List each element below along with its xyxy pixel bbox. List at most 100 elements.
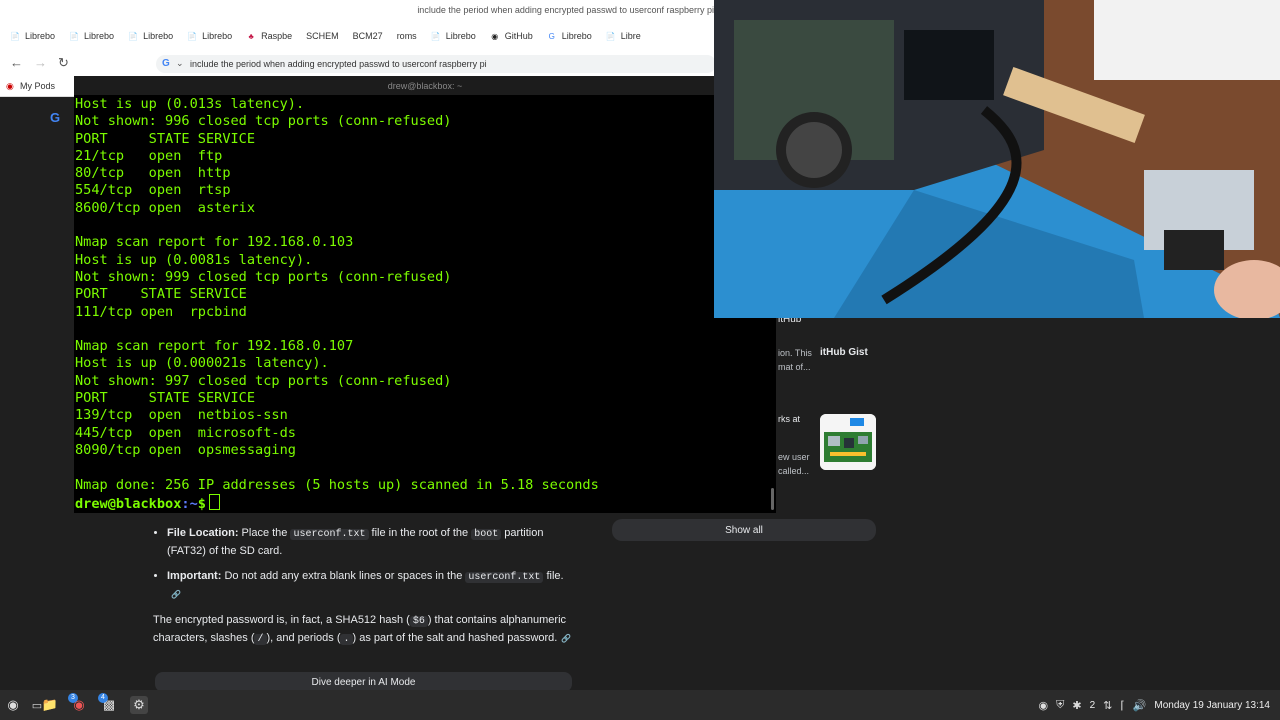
code-snippet: userconf.txt (290, 529, 369, 540)
terminal-line: Not shown: 997 closed tcp ports (conn-re… (75, 372, 452, 389)
ai-overview: File Location: Place the userconf.txt fi… (153, 525, 573, 648)
system-tray: ◉ ⛨ ✱ 2 ⇅ ⌈ 🔊 Monday 19 January 13:14 (1039, 690, 1271, 720)
para-text: ) as part of the salt and hashed passwor… (352, 632, 558, 644)
terminal-line: 554/tcp open rtsp (75, 182, 231, 199)
folder-icon[interactable]: 📁 (41, 696, 59, 714)
terminal-line: 445/tcp open microsoft-ds (75, 424, 296, 441)
terminal-line: 8600/tcp open asterix (75, 199, 256, 216)
bullet-text: file. (543, 570, 564, 582)
bullet-label: Important: (167, 570, 222, 582)
terminal-line: Not shown: 999 closed tcp ports (conn-re… (75, 268, 452, 285)
source-gist-label[interactable]: itHub Gist (820, 347, 868, 358)
clock[interactable]: Monday 19 January 13:14 (1154, 700, 1270, 711)
forward-button[interactable]: → (34, 56, 47, 70)
tab-label: roms (396, 31, 417, 41)
browser-tab[interactable]: SCHEM (300, 25, 345, 47)
shield-icon[interactable]: ⛨ (1056, 699, 1064, 712)
sources-panel: itHub ion. This mat of... itHub Gist rks… (776, 314, 880, 488)
omnibox-query[interactable]: include the period when adding encrypted… (190, 59, 487, 69)
settings-app-icon[interactable]: ⚙ (130, 696, 148, 714)
tab-label: Librebo (202, 31, 233, 41)
document-icon: 📄 (187, 31, 198, 41)
notification-badge: 4 (98, 693, 108, 703)
terminal-line: Not shown: 996 closed tcp ports (conn-re… (75, 113, 452, 130)
update-icon[interactable]: ✱ (1072, 699, 1081, 712)
document-icon: 📄 (605, 31, 616, 41)
browser-tab[interactable]: 📄 Librebo (63, 25, 120, 47)
record-icon[interactable]: ◉ (1039, 699, 1049, 712)
terminal-line: 8090/tcp open opsmessaging (75, 441, 296, 458)
terminal-prompt[interactable]: drew@blackbox:~$ (75, 493, 765, 512)
bookmark-my-pods[interactable]: ◉ My Pods (6, 81, 55, 91)
terminal-line: Host is up (0.013s latency). (75, 96, 305, 112)
browser-tab[interactable]: 📄 Librebo (4, 25, 61, 47)
tab-label: BCM27 (352, 31, 383, 41)
document-icon: 📄 (10, 31, 20, 41)
network-icon[interactable]: ⇅ (1103, 699, 1112, 712)
terminal-line: PORT STATE SERVICE (75, 286, 247, 303)
chevron-down-icon[interactable]: ⌄ (176, 58, 184, 69)
terminal-output[interactable]: Host is up (0.013s latency). Not shown: 9… (75, 96, 765, 513)
browser-tab[interactable]: 📄 Libre (600, 25, 647, 47)
google-icon: G (162, 58, 170, 69)
window-title: include the period when adding encrypted… (417, 5, 714, 15)
tab-label: GitHub (504, 31, 533, 41)
menu-icon[interactable]: ◉ (4, 696, 22, 714)
dive-deeper-button[interactable]: Dive deeper in AI Mode (155, 672, 572, 692)
volume-icon[interactable]: 🔊 (1133, 699, 1147, 712)
terminal-scrollbar[interactable] (771, 488, 774, 510)
document-icon: 📄 (69, 31, 80, 41)
bookmark-label: My Pods (20, 81, 56, 91)
taskbar: ◉ ▭ 📁 ◉ 3 ▩ 4 ⚙ ◉ ⛨ ✱ 2 ⇅ ⌈ 🔊 Monday 19 … (0, 690, 1280, 720)
webcam-image (714, 0, 1280, 318)
browser-tab[interactable]: 📄 Librebo (181, 25, 238, 47)
webcam-overlay (714, 0, 1280, 318)
github-icon: ◉ (491, 31, 499, 41)
tab-label: Librebo (143, 31, 174, 41)
terminal-line: Nmap scan report for 192.168.0.103 (75, 234, 354, 251)
prompt-symbol: $ (197, 495, 206, 512)
podcast-icon: ◉ (6, 81, 14, 91)
terminal-line: PORT STATE SERVICE (75, 130, 256, 147)
link-icon[interactable]: 🔗 (561, 631, 571, 647)
reload-button[interactable]: ↻ (58, 56, 69, 70)
link-icon[interactable]: 🔗 (171, 587, 181, 603)
google-icon: G (548, 31, 555, 41)
code-snippet: . (340, 634, 353, 645)
raspberry-pi-thumbnail[interactable] (820, 414, 876, 470)
overview-paragraph: The encrypted password is, in fact, a SH… (153, 612, 573, 648)
terminal-line: Nmap scan report for 192.168.0.107 (75, 338, 354, 355)
terminal-window[interactable]: drew@blackbox: ~ Host is up (0.013s late… (74, 76, 776, 513)
browser-tab[interactable]: G Librebo (541, 25, 598, 47)
bullet-text: Do not add any extra blank lines or spac… (221, 570, 466, 582)
code-snippet: / (254, 634, 267, 645)
terminal-line: 139/tcp open netbios-ssn (75, 407, 288, 424)
google-logo-icon[interactable]: G (50, 110, 60, 125)
browser-tab[interactable]: ◉ GitHub (484, 25, 539, 47)
tab-label: Libre (620, 31, 641, 41)
browser-tab[interactable]: BCM27 (347, 25, 389, 47)
show-all-button[interactable]: Show all (612, 519, 876, 541)
code-snippet: userconf.txt (465, 572, 544, 583)
back-button[interactable]: ← (10, 56, 23, 70)
browser-tab[interactable]: ♣ Raspbe (240, 25, 298, 47)
tab-label: Librebo (561, 31, 592, 41)
tab-label: Librebo (445, 31, 476, 41)
document-icon: 📄 (430, 31, 441, 41)
bullet-text: Place the (238, 527, 291, 539)
terminal-line: 21/tcp open ftp (75, 147, 223, 164)
browser-tab[interactable]: 📄 Librebo (122, 25, 179, 47)
bullet-text: file in the root of the (368, 527, 472, 539)
code-snippet: boot (471, 529, 502, 540)
raspberry-icon: ♣ (248, 31, 254, 41)
omnibox[interactable]: G ⌄ include the period when adding encry… (156, 55, 716, 73)
terminal-cursor (208, 493, 220, 510)
browser-tab[interactable]: 📄 Librebo (425, 25, 482, 47)
para-text: ), and periods ( (266, 632, 341, 644)
source-snippet: rks at (778, 414, 801, 424)
browser-tab[interactable]: roms (391, 25, 423, 47)
bluetooth-icon[interactable]: ⌈ (1120, 699, 1124, 712)
